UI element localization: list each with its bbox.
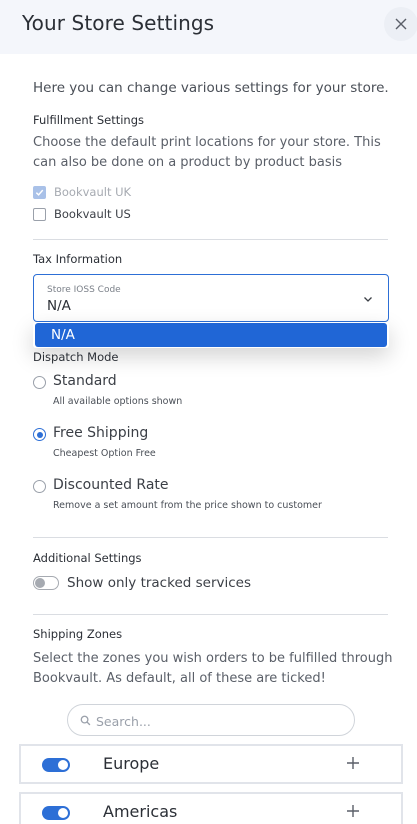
zone-name: Europe xyxy=(103,754,160,773)
plus-icon[interactable] xyxy=(345,755,361,771)
radio-checked-icon xyxy=(33,428,46,441)
checkbox-label: Bookvault US xyxy=(54,207,131,221)
zone-search-box xyxy=(67,704,355,736)
radio-unchecked-icon xyxy=(33,376,46,389)
tracked-services-toggle[interactable] xyxy=(33,576,59,590)
modal-header: Your Store Settings xyxy=(0,0,417,54)
divider xyxy=(33,537,388,538)
tax-information-heading: Tax Information xyxy=(33,252,123,266)
close-icon xyxy=(395,18,407,30)
checkbox-bookvault-us[interactable]: Bookvault US xyxy=(33,207,131,221)
fulfillment-description: Choose the default print locations for y… xyxy=(33,135,381,170)
search-icon xyxy=(80,715,91,726)
checkbox-label: Bookvault UK xyxy=(54,185,132,199)
divider xyxy=(33,614,388,615)
zone-row-americas: Americas xyxy=(19,792,403,824)
radio-label: Standard xyxy=(53,373,117,389)
fulfillment-settings-heading: Fulfillment Settings xyxy=(33,113,145,127)
dropdown-option[interactable]: N/A xyxy=(35,323,387,347)
checkbox-bookvault-uk[interactable]: Bookvault UK xyxy=(33,185,131,199)
plus-icon[interactable] xyxy=(345,803,361,819)
divider xyxy=(33,239,388,240)
radio-description: All available options shown xyxy=(53,396,183,407)
zone-name: Americas xyxy=(103,802,178,821)
ioss-selected-value: N/A xyxy=(47,298,71,314)
ioss-dropdown-menu: N/A xyxy=(33,322,389,348)
shipping-zones-heading: Shipping Zones xyxy=(33,627,123,641)
search-input[interactable] xyxy=(96,711,346,731)
checkbox-unchecked-icon xyxy=(33,207,46,221)
radio-unchecked-icon xyxy=(33,480,46,493)
close-button[interactable] xyxy=(384,7,417,41)
shipping-zones-description: Select the zones you wish orders to be f… xyxy=(33,651,393,686)
additional-settings-heading: Additional Settings xyxy=(33,551,142,565)
chevron-down-icon xyxy=(364,297,372,302)
ioss-code-select[interactable]: Store IOSS Code N/A xyxy=(33,274,389,322)
zone-toggle[interactable] xyxy=(42,758,70,772)
intro-text: Here you can change various settings for… xyxy=(33,80,389,96)
tracked-services-toggle-row[interactable]: Show only tracked services xyxy=(33,575,251,591)
radio-description: Cheapest Option Free xyxy=(53,448,156,459)
zone-toggle[interactable] xyxy=(42,806,70,820)
dispatch-mode-heading: Dispatch Mode xyxy=(33,350,119,364)
checkbox-checked-icon xyxy=(33,185,46,199)
toggle-label: Show only tracked services xyxy=(67,575,251,591)
ioss-field-label: Store IOSS Code xyxy=(47,285,121,295)
zone-row-europe: Europe xyxy=(19,744,403,784)
radio-description: Remove a set amount from the price shown… xyxy=(53,500,322,511)
modal-title: Your Store Settings xyxy=(22,11,215,35)
radio-label: Discounted Rate xyxy=(53,477,169,493)
radio-label: Free Shipping xyxy=(53,425,149,441)
